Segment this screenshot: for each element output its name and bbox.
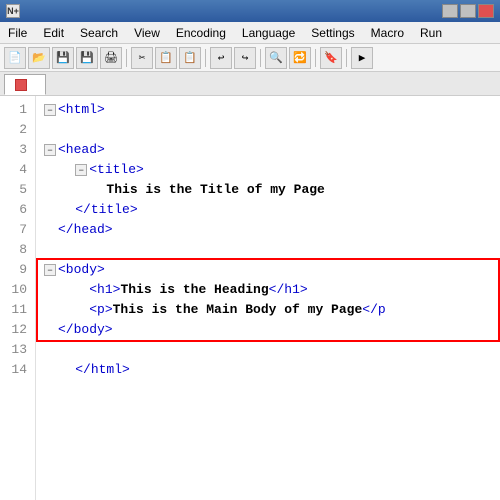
fold-icon[interactable]: − [44, 104, 56, 116]
toolbar-separator [315, 49, 316, 67]
line-number: 6 [0, 200, 35, 220]
toolbar-separator [346, 49, 347, 67]
menu-item-file[interactable]: File [0, 22, 35, 43]
menu-bar: FileEditSearchViewEncodingLanguageSettin… [0, 22, 500, 44]
maximize-button[interactable] [460, 4, 476, 18]
file-tab[interactable] [4, 74, 46, 95]
code-line [44, 340, 500, 360]
toolbar-separator [126, 49, 127, 67]
redo-button[interactable]: ↪ [234, 47, 256, 69]
code-line: This is the Title of my Page [44, 180, 500, 200]
code-line: −<html> [44, 100, 500, 120]
line-numbers: 1234567891011121314 [0, 96, 36, 500]
cut-button[interactable]: ✂ [131, 47, 153, 69]
editor-area: 1234567891011121314 −<html>−<head> −<tit… [0, 96, 500, 500]
close-button[interactable] [478, 4, 494, 18]
line-number: 13 [0, 340, 35, 360]
code-line [44, 240, 500, 260]
menu-item-view[interactable]: View [126, 22, 168, 43]
line-number: 10 [0, 280, 35, 300]
toolbar-separator [260, 49, 261, 67]
menu-item-macro[interactable]: Macro [363, 22, 412, 43]
code-area[interactable]: −<html> −<head> −<title> This is the Titl… [36, 96, 500, 500]
line-number: 14 [0, 360, 35, 380]
save-button[interactable]: 💾 [52, 47, 74, 69]
menu-item-search[interactable]: Search [72, 22, 126, 43]
code-line: </html> [44, 360, 500, 380]
paste-button[interactable]: 📋 [179, 47, 201, 69]
code-line: <p>This is the Main Body of my Page</p [44, 300, 500, 320]
code-line: </body> [44, 320, 500, 340]
new-file-button[interactable]: 📄 [4, 47, 26, 69]
code-line: <h1>This is the Heading</h1> [44, 280, 500, 300]
menu-item-run[interactable]: Run [412, 22, 450, 43]
fold-icon[interactable]: − [44, 264, 56, 276]
undo-button[interactable]: ↩ [210, 47, 232, 69]
replace-button[interactable]: 🔁 [289, 47, 311, 69]
line-number: 5 [0, 180, 35, 200]
title-bar: N+ [0, 0, 500, 22]
find-button[interactable]: 🔍 [265, 47, 287, 69]
minimize-button[interactable] [442, 4, 458, 18]
line-number: 8 [0, 240, 35, 260]
toolbar-separator [205, 49, 206, 67]
code-line: −<head> [44, 140, 500, 160]
line-number: 7 [0, 220, 35, 240]
menu-item-settings[interactable]: Settings [303, 22, 362, 43]
run-button[interactable]: ▶ [351, 47, 373, 69]
fold-icon[interactable]: − [75, 164, 87, 176]
window-controls [442, 4, 494, 18]
tab-bar [0, 72, 500, 96]
copy-button[interactable]: 📋 [155, 47, 177, 69]
menu-item-language[interactable]: Language [234, 22, 303, 43]
line-number: 11 [0, 300, 35, 320]
save-all-button[interactable]: 💾 [76, 47, 98, 69]
line-number: 4 [0, 160, 35, 180]
menu-item-edit[interactable]: Edit [35, 22, 72, 43]
line-number: 2 [0, 120, 35, 140]
code-line [44, 120, 500, 140]
line-number: 3 [0, 140, 35, 160]
code-line: </head> [44, 220, 500, 240]
code-line: </title> [44, 200, 500, 220]
line-number: 9 [0, 260, 35, 280]
bookmark-button[interactable]: 🔖 [320, 47, 342, 69]
menu-item-encoding[interactable]: Encoding [168, 22, 234, 43]
line-number: 12 [0, 320, 35, 340]
line-number: 1 [0, 100, 35, 120]
code-line: −<body> [44, 260, 500, 280]
tab-file-icon [15, 79, 27, 91]
code-line: −<title> [44, 160, 500, 180]
toolbar: 📄📂💾💾🖨✂📋📋↩↪🔍🔁🔖▶ [0, 44, 500, 72]
print-button[interactable]: 🖨 [100, 47, 122, 69]
app-icon: N+ [6, 4, 20, 18]
fold-icon[interactable]: − [44, 144, 56, 156]
open-file-button[interactable]: 📂 [28, 47, 50, 69]
